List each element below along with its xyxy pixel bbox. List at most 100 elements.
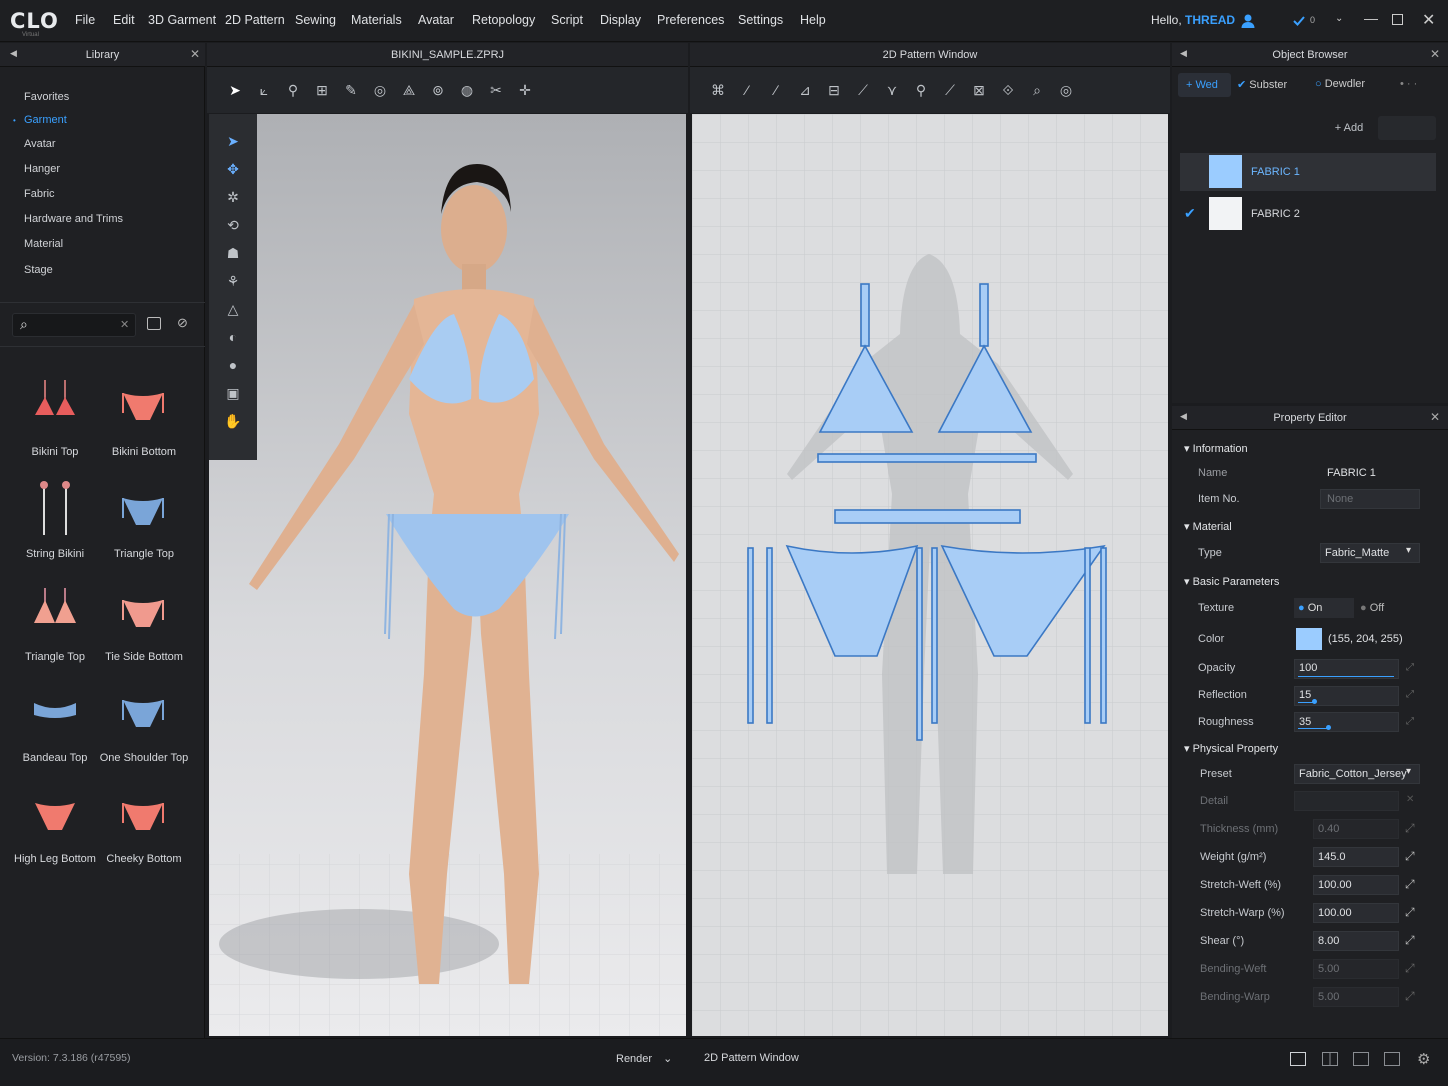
triangle-top-2-thumb[interactable]: [30, 585, 80, 630]
cut-tool-icon[interactable]: ✂: [485, 79, 507, 101]
high-leg-bottom-thumb[interactable]: [30, 795, 80, 840]
select-tool-icon[interactable]: ➤: [224, 79, 246, 101]
polygon-icon[interactable]: ⊿: [794, 79, 816, 101]
library-search-input[interactable]: [12, 313, 136, 337]
bikini-bottom-thumb[interactable]: [118, 385, 168, 430]
layout-list-icon[interactable]: [1384, 1052, 1400, 1066]
menu-3d-garment[interactable]: 3D Garment: [148, 13, 216, 27]
library-item-avatar[interactable]: Avatar: [24, 138, 56, 150]
arrange-tool-icon[interactable]: ⊚: [427, 79, 449, 101]
close-panel-icon[interactable]: ✕: [190, 47, 200, 61]
texture-off[interactable]: ● Off: [1360, 602, 1384, 614]
link-icon[interactable]: ⤢: [1406, 716, 1414, 727]
menu-materials[interactable]: Materials: [351, 13, 402, 27]
sphere-icon[interactable]: ●: [222, 354, 244, 376]
save-library-icon[interactable]: [147, 317, 161, 330]
menu-display[interactable]: Display: [600, 13, 641, 27]
top-band[interactable]: [817, 453, 1037, 463]
tack-tool-icon[interactable]: ◎: [369, 79, 391, 101]
one-shoulder-top-thumb[interactable]: [118, 692, 168, 737]
edit-curve-icon[interactable]: ⤢: [1405, 877, 1415, 892]
dart-icon[interactable]: ⋎: [881, 79, 903, 101]
tie-side-bottom-thumb[interactable]: [118, 592, 168, 637]
user-name[interactable]: THREAD: [1185, 13, 1235, 27]
tie-string[interactable]: [1100, 547, 1107, 724]
edit-line-icon[interactable]: ⁄: [736, 79, 758, 101]
library-item-hanger[interactable]: Hanger: [24, 163, 60, 175]
slider-handle[interactable]: [1312, 699, 1317, 704]
tie-string[interactable]: [766, 547, 773, 724]
texture-on[interactable]: ● On: [1298, 602, 1322, 614]
delete-button[interactable]: [1378, 116, 1436, 140]
tab-wed[interactable]: + Wed: [1186, 79, 1218, 91]
menu-2d-pattern[interactable]: 2D Pattern: [225, 13, 285, 27]
fabric-2-swatch[interactable]: [1209, 197, 1242, 230]
section-information[interactable]: ▾ Information: [1184, 442, 1248, 455]
add-button[interactable]: + Add: [1328, 116, 1370, 140]
section-basic-parameters[interactable]: ▾ Basic Parameters: [1184, 575, 1279, 588]
tie-string[interactable]: [916, 547, 923, 741]
pin-tool-icon[interactable]: ⚲: [282, 79, 304, 101]
fabric-2-name[interactable]: FABRIC 2: [1251, 208, 1300, 220]
menu-avatar[interactable]: Avatar: [418, 13, 454, 27]
menu-retopology[interactable]: Retopology: [472, 13, 535, 27]
close-window-icon[interactable]: ✕: [1422, 10, 1435, 30]
color-swatch[interactable]: [1296, 628, 1322, 650]
collapse-icon[interactable]: ◀: [10, 48, 17, 59]
texture-map-icon[interactable]: ▣: [222, 382, 244, 404]
triangle-top-thumb[interactable]: [118, 490, 168, 535]
name-value[interactable]: FABRIC 1: [1327, 467, 1376, 479]
chevron-down-icon[interactable]: ⌄: [1335, 13, 1343, 24]
library-item-fabric[interactable]: Fabric: [24, 188, 55, 200]
stitch-tool-icon[interactable]: ✎: [340, 79, 362, 101]
check-sewing-icon[interactable]: ⊠: [968, 79, 990, 101]
layout-quad-icon[interactable]: [1353, 1052, 1369, 1066]
hand-icon[interactable]: ✋: [222, 410, 244, 432]
more-icon[interactable]: • · ·: [1400, 78, 1417, 90]
menu-edit[interactable]: Edit: [113, 13, 135, 27]
filter-icon[interactable]: ⊘: [177, 315, 188, 331]
maximize-icon[interactable]: [1392, 14, 1403, 25]
library-item-favorites[interactable]: Favorites: [24, 91, 69, 103]
link-icon[interactable]: ⤢: [1406, 662, 1414, 673]
user-icon[interactable]: [1238, 11, 1258, 31]
cheeky-bottom-thumb[interactable]: [118, 795, 168, 840]
edit-curve-icon[interactable]: ⤢: [1405, 849, 1415, 864]
brush-icon[interactable]: ◐: [222, 326, 244, 348]
menu-sewing[interactable]: Sewing: [295, 13, 336, 27]
menu-file[interactable]: File: [75, 13, 95, 27]
tie-string[interactable]: [747, 547, 754, 724]
tie-string[interactable]: [1084, 547, 1091, 724]
transform-pattern-icon[interactable]: ⌘: [707, 79, 729, 101]
settings-gear-icon[interactable]: ⚙: [1417, 1050, 1430, 1068]
bottom-band[interactable]: [834, 509, 1021, 524]
fit-tool-icon[interactable]: ⟁: [398, 79, 420, 101]
edit-curve-icon[interactable]: ⤢: [1405, 821, 1415, 836]
texture-2d-icon[interactable]: ◎: [1055, 79, 1077, 101]
texture-tool-icon[interactable]: ◍: [456, 79, 478, 101]
free-sewing-icon[interactable]: ⟋: [939, 79, 961, 101]
menu-help[interactable]: Help: [800, 13, 826, 27]
tie-string[interactable]: [931, 547, 938, 724]
pointer-icon[interactable]: ➤: [222, 130, 244, 152]
menu-preferences[interactable]: Preferences: [657, 13, 724, 27]
collapse-icon[interactable]: ◀: [1180, 48, 1187, 59]
hanger-icon[interactable]: ⚘: [222, 270, 244, 292]
library-item-garment[interactable]: Garment: [24, 114, 67, 126]
library-item-hardware[interactable]: Hardware and Trims: [24, 213, 123, 225]
strap-left[interactable]: [860, 283, 870, 347]
edit-curve-icon[interactable]: ⤢: [1405, 989, 1415, 1004]
section-physical-property[interactable]: ▾ Physical Property: [1184, 742, 1278, 755]
clear-search-icon[interactable]: ✕: [120, 318, 129, 331]
sync-check-icon[interactable]: [1290, 12, 1308, 30]
edit-curve-icon[interactable]: ⤢: [1405, 933, 1415, 948]
tab-subster[interactable]: ✔ Subster: [1237, 78, 1287, 91]
measure-tool-icon[interactable]: ⊞: [311, 79, 333, 101]
gizmo-icon[interactable]: ⟲: [222, 214, 244, 236]
strap-right[interactable]: [979, 283, 989, 347]
string-bikini-thumb[interactable]: [30, 475, 80, 540]
section-material[interactable]: ▾ Material: [1184, 520, 1232, 533]
menu-script[interactable]: Script: [551, 13, 583, 27]
viewport-3d-canvas[interactable]: ➤ ✥ ✲ ⟲ ☗ ⚘ △ ◐ ● ▣ ✋: [209, 114, 686, 1036]
close-panel-icon[interactable]: ✕: [1430, 47, 1440, 61]
